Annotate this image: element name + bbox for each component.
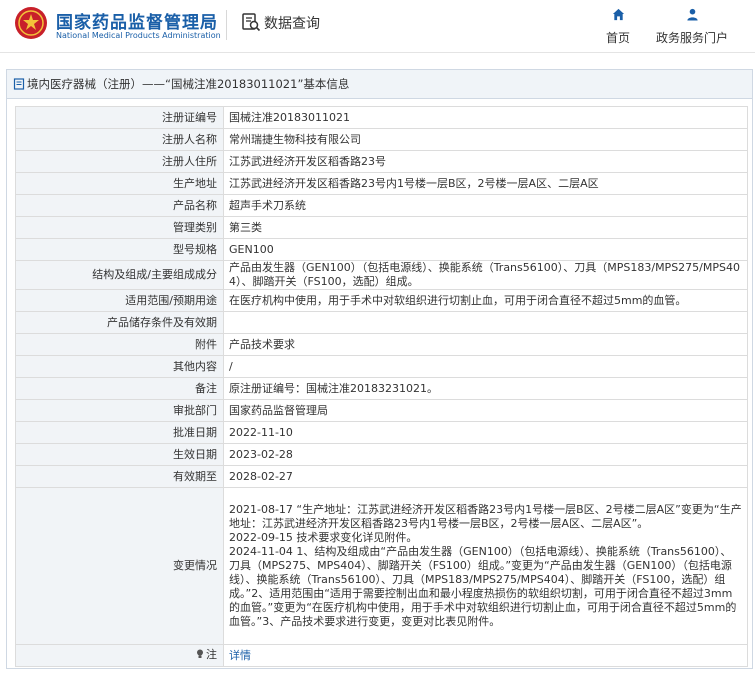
- field-label: 结构及组成/主要组成成分: [15, 260, 224, 290]
- field-label: 产品名称: [15, 194, 224, 217]
- detail-panel: 境内医疗器械（注册）——“国械注准20183011021”基本信息 注册证编号国…: [6, 69, 753, 669]
- field-value: 在医疗机构中使用，用于手术中对软组织进行切割止血，可用于闭合直径不超过5mm的血…: [223, 289, 748, 312]
- note-label-cell: 注: [15, 644, 224, 667]
- lightbulb-icon: [196, 649, 204, 663]
- nav-home[interactable]: 首页: [600, 8, 636, 46]
- change-entry: 2021-08-17 “生产地址：江苏武进经济开发区稻香路23号内1号楼一层B区…: [229, 503, 742, 530]
- table-row: 产品储存条件及有效期: [15, 311, 748, 334]
- field-label: 适用范围/预期用途: [15, 289, 224, 312]
- table-row: 备注 原注册证编号：国械注准20183231021。: [15, 377, 748, 400]
- field-value: [223, 311, 748, 334]
- field-label: 注册证编号: [15, 106, 224, 129]
- table-row: 型号规格 GEN100: [15, 238, 748, 261]
- field-label: 生效日期: [15, 443, 224, 466]
- data-query-title: 数据查询: [264, 16, 320, 32]
- user-icon: [686, 8, 698, 21]
- field-value: GEN100: [223, 238, 748, 261]
- note-value-cell: 详情: [223, 644, 748, 667]
- table-row: 生产地址 江苏武进经济开发区稻香路23号内1号楼一层B区，2号楼一层A区、二层A区: [15, 172, 748, 195]
- nav-gov-portal[interactable]: 政务服务门户: [652, 8, 732, 46]
- note-label: 注: [206, 648, 217, 661]
- table-row: 产品名称 超声手术刀系统: [15, 194, 748, 217]
- details-link[interactable]: 详情: [229, 649, 251, 662]
- table-row: 注册人住所 江苏武进经济开发区稻香路23号: [15, 150, 748, 173]
- field-label: 其他内容: [15, 355, 224, 378]
- change-history-value: 2021-08-17 “生产地址：江苏武进经济开发区稻香路23号内1号楼一层B区…: [223, 487, 748, 645]
- table-row: 管理类别 第三类: [15, 216, 748, 239]
- field-value: 江苏武进经济开发区稻香路23号: [223, 150, 748, 173]
- change-entry: 2022-09-15 技术要求变化详见附件。: [229, 531, 418, 544]
- field-value: 产品由发生器（GEN100）（包括电源线）、换能系统（Trans56100）、刀…: [223, 260, 748, 290]
- document-icon: [13, 78, 25, 90]
- registration-info-table: 注册证编号 国械注准20183011021 注册人名称 常州瑞捷生物科技有限公司 注…: [15, 106, 748, 667]
- field-label: 有效期至: [15, 465, 224, 488]
- field-value: /: [223, 355, 748, 378]
- table-row: 注册人名称 常州瑞捷生物科技有限公司: [15, 128, 748, 151]
- national-emblem-icon: [15, 7, 47, 39]
- table-row: 有效期至 2028-02-27: [15, 465, 748, 488]
- field-label: 管理类别: [15, 216, 224, 239]
- breadcrumb-text: 境内医疗器械（注册）——“国械注准20183011021”基本信息: [27, 77, 350, 91]
- field-label: 产品储存条件及有效期: [15, 311, 224, 334]
- table-row-change-history: 变更情况 2021-08-17 “生产地址：江苏武进经济开发区稻香路23号内1号…: [15, 487, 748, 645]
- brand-subtitle: National Medical Products Administration: [56, 31, 221, 40]
- field-value: 国家药品监督管理局: [223, 399, 748, 422]
- field-value: 超声手术刀系统: [223, 194, 748, 217]
- table-row: 其他内容 /: [15, 355, 748, 378]
- field-value: 2022-11-10: [223, 421, 748, 444]
- field-value: 产品技术要求: [223, 333, 748, 356]
- field-label: 批准日期: [15, 421, 224, 444]
- table-row: 批准日期 2022-11-10: [15, 421, 748, 444]
- field-value: 国械注准20183011021: [223, 106, 748, 129]
- field-value: 第三类: [223, 216, 748, 239]
- header-divider: [226, 10, 227, 40]
- table-row: 注册证编号 国械注准20183011021: [15, 106, 748, 129]
- field-label: 注册人住所: [15, 150, 224, 173]
- field-value: 江苏武进经济开发区稻香路23号内1号楼一层B区，2号楼一层A区、二层A区: [223, 172, 748, 195]
- change-entry: 2024-11-04 1、结构及组成由“产品由发生器（GEN100）（包括电源线…: [229, 545, 737, 628]
- data-query-icon: [242, 13, 261, 32]
- site-header: 国家药品监督管理局 National Medical Products Admi…: [0, 0, 755, 53]
- field-label: 附件: [15, 333, 224, 356]
- table-row: 附件 产品技术要求: [15, 333, 748, 356]
- field-value: 常州瑞捷生物科技有限公司: [223, 128, 748, 151]
- field-label: 生产地址: [15, 172, 224, 195]
- header-bottom-line: [0, 52, 755, 53]
- field-label: 注册人名称: [15, 128, 224, 151]
- nav-gov-label: 政务服务门户: [655, 31, 728, 45]
- table-row-note: 注 详情: [15, 644, 748, 667]
- table-row: 审批部门 国家药品监督管理局: [15, 399, 748, 422]
- table-row: 结构及组成/主要组成成分 产品由发生器（GEN100）（包括电源线）、换能系统（T…: [15, 260, 748, 290]
- breadcrumb: 境内医疗器械（注册）——“国械注准20183011021”基本信息: [7, 70, 752, 99]
- field-label: 审批部门: [15, 399, 224, 422]
- table-row: 适用范围/预期用途 在医疗机构中使用，用于手术中对软组织进行切割止血，可用于闭合直…: [15, 289, 748, 312]
- field-label: 备注: [15, 377, 224, 400]
- field-value: 原注册证编号：国械注准20183231021。: [223, 377, 748, 400]
- table-row: 生效日期 2023-02-28: [15, 443, 748, 466]
- home-icon: [612, 8, 624, 21]
- field-label: 变更情况: [15, 487, 224, 645]
- brand-title[interactable]: 国家药品监督管理局: [56, 8, 218, 33]
- field-label: 型号规格: [15, 238, 224, 261]
- field-value: 2028-02-27: [223, 465, 748, 488]
- field-value: 2023-02-28: [223, 443, 748, 466]
- nav-home-label: 首页: [605, 31, 630, 45]
